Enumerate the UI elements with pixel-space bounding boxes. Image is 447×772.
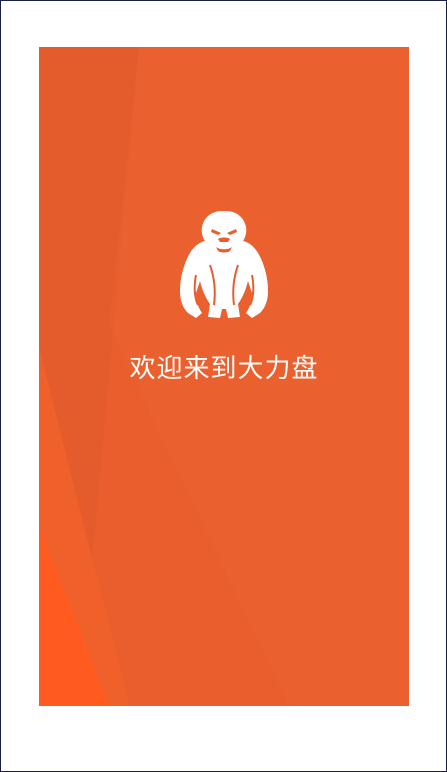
welcome-text: 欢迎来到大力盘 <box>129 354 319 384</box>
gorilla-icon <box>174 205 274 321</box>
splash-screen: 欢迎来到大力盘 <box>39 47 409 706</box>
